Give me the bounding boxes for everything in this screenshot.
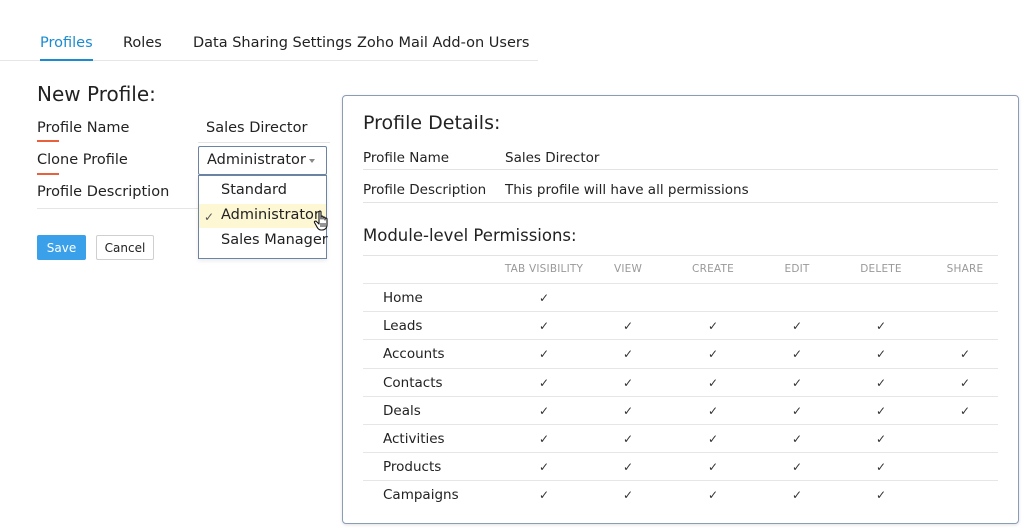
cancel-button[interactable]: Cancel: [96, 235, 154, 260]
permission-row-deals: Deals ✓ ✓ ✓ ✓ ✓ ✓: [363, 395, 998, 424]
page-title: New Profile:: [37, 82, 156, 106]
module-name: Contacts: [383, 374, 443, 391]
check-icon: ✓: [707, 460, 719, 475]
clone-profile-select[interactable]: Administrator: [198, 146, 327, 175]
option-administrator[interactable]: ✓ Administrator: [199, 204, 326, 228]
divider: [363, 169, 998, 170]
check-icon: ✓: [875, 319, 887, 334]
check-icon: ✓: [875, 488, 887, 503]
check-icon: ✓: [707, 347, 719, 362]
check-icon: ✓: [707, 319, 719, 334]
profile-details-title: Profile Details:: [363, 112, 501, 134]
hand-pointer-icon: [313, 210, 328, 231]
save-button[interactable]: Save: [37, 235, 86, 260]
check-icon: ✓: [707, 488, 719, 503]
details-profile-description-label: Profile Description: [363, 182, 487, 198]
required-marker: [37, 140, 59, 142]
column-header-delete: DELETE: [860, 263, 902, 275]
check-icon: ✓: [622, 347, 634, 362]
permission-row-campaigns: Campaigns ✓ ✓ ✓ ✓ ✓: [363, 480, 998, 508]
option-label: Administrator: [221, 207, 320, 223]
check-icon: ✓: [204, 210, 215, 224]
check-icon: ✓: [622, 488, 634, 503]
profile-description-label: Profile Description: [37, 184, 170, 200]
profile-description-underline: [37, 208, 199, 209]
clone-profile-label: Clone Profile: [37, 152, 128, 168]
tab-profiles[interactable]: Profiles: [40, 35, 93, 61]
check-icon: ✓: [538, 291, 550, 305]
option-label: Standard: [221, 182, 287, 198]
check-icon: ✓: [875, 460, 887, 475]
check-icon: ✓: [791, 319, 803, 334]
check-icon: ✓: [791, 403, 803, 418]
column-header-share: SHARE: [946, 263, 984, 275]
column-header-create: CREATE: [692, 263, 734, 275]
module-name: Campaigns: [383, 487, 459, 504]
check-icon: ✓: [538, 403, 550, 418]
module-name: Activities: [383, 431, 445, 447]
check-icon: ✓: [538, 432, 550, 446]
module-name: Leads: [383, 318, 423, 335]
permission-row-home: Home ✓: [363, 283, 998, 311]
check-icon: ✓: [622, 403, 634, 418]
check-icon: ✓: [622, 375, 634, 390]
check-icon: ✓: [791, 347, 803, 362]
check-icon: ✓: [538, 460, 550, 475]
tab-roles[interactable]: Roles: [123, 35, 162, 51]
check-icon: ✓: [791, 432, 803, 446]
check-icon: ✓: [791, 375, 803, 390]
column-header-view: VIEW: [613, 263, 643, 275]
check-icon: ✓: [875, 403, 887, 418]
clone-profile-selected-value: Administrator: [207, 152, 306, 168]
profiles-tab-bar: Profiles Roles Data Sharing Settings Zoh…: [0, 0, 538, 61]
check-icon: ✓: [707, 432, 719, 446]
check-icon: ✓: [707, 375, 719, 390]
permission-row-activities: Activities ✓ ✓ ✓ ✓ ✓: [363, 424, 998, 452]
check-icon: ✓: [959, 347, 971, 362]
check-icon: ✓: [538, 375, 550, 390]
check-icon: ✓: [791, 488, 803, 503]
module-name: Accounts: [383, 346, 445, 363]
required-marker: [37, 173, 59, 175]
permission-row-products: Products ✓ ✓ ✓ ✓ ✓: [363, 452, 998, 480]
check-icon: ✓: [538, 488, 550, 503]
check-icon: ✓: [875, 347, 887, 362]
details-profile-description-value: This profile will have all permissions: [505, 182, 749, 198]
module-name: Deals: [383, 402, 421, 419]
check-icon: ✓: [622, 460, 634, 475]
profile-details-panel: Profile Details: Profile Name Sales Dire…: [342, 95, 1019, 524]
module-permissions-title: Module-level Permissions:: [363, 226, 577, 245]
check-icon: ✓: [959, 375, 971, 390]
check-icon: ✓: [622, 432, 634, 446]
check-icon: ✓: [791, 460, 803, 475]
chevron-down-icon: [309, 159, 315, 163]
check-icon: ✓: [875, 375, 887, 390]
option-standard[interactable]: Standard: [199, 179, 326, 203]
check-icon: ✓: [622, 319, 634, 334]
option-sales-manager[interactable]: Sales Manager: [199, 229, 328, 253]
tab-zoho-mail-add-on-users[interactable]: Zoho Mail Add-on Users: [357, 35, 529, 51]
column-header-tab-visibility: TAB VISIBILITY: [504, 263, 584, 275]
permission-row-leads: Leads ✓ ✓ ✓ ✓ ✓: [363, 311, 998, 339]
module-name: Products: [383, 459, 442, 476]
details-profile-name-value: Sales Director: [505, 150, 600, 166]
check-icon: ✓: [959, 403, 971, 418]
permission-row-contacts: Contacts ✓ ✓ ✓ ✓ ✓ ✓: [363, 367, 998, 396]
tab-data-sharing-settings[interactable]: Data Sharing Settings: [193, 35, 352, 51]
module-name: Home: [383, 290, 423, 306]
option-label: Sales Manager: [221, 232, 328, 248]
column-header-edit: EDIT: [784, 263, 810, 275]
divider: [363, 255, 998, 256]
divider: [363, 202, 998, 203]
check-icon: ✓: [538, 319, 550, 334]
profile-name-underline: [198, 142, 330, 143]
details-profile-name-label: Profile Name: [363, 150, 450, 166]
clone-profile-dropdown: Standard ✓ Administrator Sales Manager: [198, 175, 328, 259]
permission-row-accounts: Accounts ✓ ✓ ✓ ✓ ✓ ✓: [363, 339, 998, 367]
check-icon: ✓: [538, 347, 550, 362]
check-icon: ✓: [707, 403, 719, 418]
profile-name-field[interactable]: Sales Director: [206, 120, 307, 136]
profile-name-label: Profile Name: [37, 120, 130, 136]
check-icon: ✓: [875, 432, 887, 446]
